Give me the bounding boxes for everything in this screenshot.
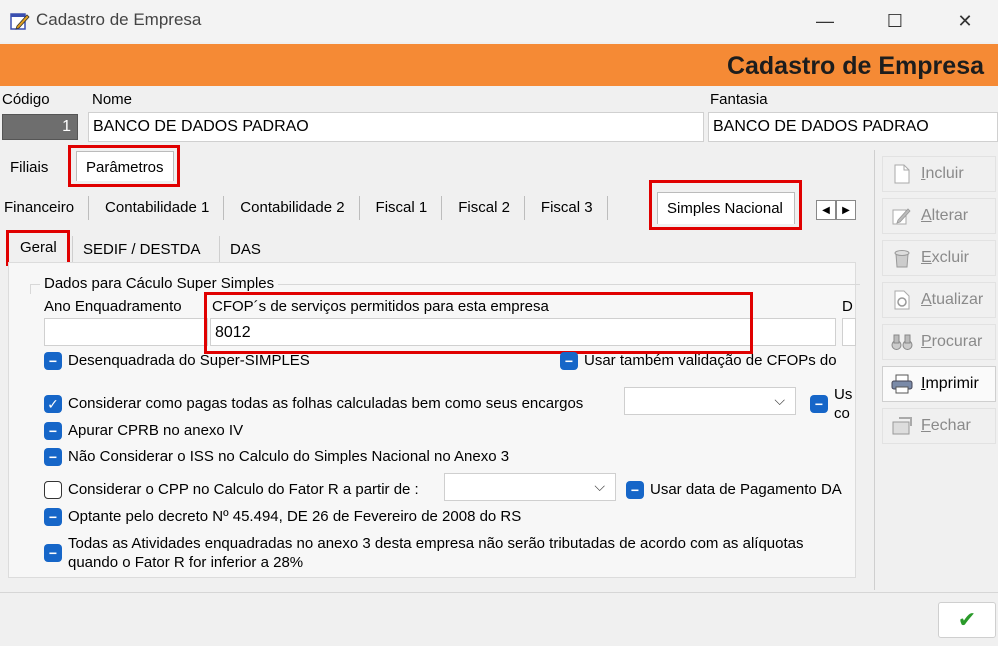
option-us-co[interactable]: − Us co: [810, 385, 852, 423]
codigo-label: Código: [2, 91, 50, 108]
nome-label: Nome: [92, 91, 133, 108]
check-icon: ✔: [957, 607, 977, 632]
option-label: Optante pelo decreto Nº 45.494, DE 26 de…: [68, 508, 522, 525]
option-cprb[interactable]: − Apurar CPRB no anexo IV: [44, 422, 243, 440]
option-anexo3-fator-r[interactable]: − Todas as Atividades enquadradas no ane…: [44, 534, 803, 572]
cut-label: D: [842, 298, 853, 315]
folhas-combo[interactable]: ⌵: [624, 387, 796, 415]
fantasia-label: Fantasia: [710, 91, 768, 108]
document-icon: [891, 163, 913, 185]
header-banner: Cadastro de Empresa: [0, 44, 998, 86]
cut-field[interactable]: [842, 318, 856, 346]
codigo-field[interactable]: 1: [2, 114, 78, 140]
button-label: Atualizar: [921, 291, 984, 308]
ano-field[interactable]: [44, 318, 208, 346]
tab-filiais[interactable]: Filiais: [0, 153, 58, 183]
button-label: Alterar: [921, 207, 969, 224]
option-label: Desenquadrada do Super-SIMPLES: [68, 352, 310, 369]
checkbox-indeterminate-icon[interactable]: −: [560, 352, 578, 370]
checkbox-indeterminate-icon[interactable]: −: [44, 422, 62, 440]
tab-scroll: ◀ ▶: [816, 200, 856, 220]
tab-das[interactable]: DAS: [220, 235, 271, 265]
confirm-button[interactable]: ✔: [938, 602, 996, 638]
checkbox-indeterminate-icon[interactable]: −: [44, 352, 62, 370]
tab-parametros[interactable]: Parâmetros: [76, 153, 174, 183]
procurar-button[interactable]: Procurar: [882, 324, 996, 360]
option-label: Apurar CPRB no anexo IV: [68, 422, 244, 439]
atualizar-button[interactable]: Atualizar: [882, 282, 996, 318]
tab-contabilidade-1[interactable]: Contabilidade 1: [89, 193, 223, 223]
option-label-line2: co: [834, 405, 850, 422]
tab-simples-nacional[interactable]: Simples Nacional: [657, 194, 793, 224]
checkbox-indeterminate-icon[interactable]: −: [44, 544, 62, 562]
divider: [874, 150, 875, 590]
cpp-date-combo[interactable]: ⌵: [444, 473, 616, 501]
tab-geral[interactable]: Geral: [10, 233, 67, 263]
button-label: Imprimir: [921, 375, 979, 392]
param-tabs-row: Financeiro Contabilidade 1 Contabilidade…: [0, 192, 608, 224]
edit-icon: [891, 205, 913, 227]
excluir-button[interactable]: Excluir: [882, 240, 996, 276]
chevron-down-icon: ⌵: [594, 478, 605, 494]
button-label: Procurar: [921, 333, 983, 350]
ano-label: Ano Enquadramento: [44, 298, 182, 315]
option-validacao-cfops[interactable]: − Usar também validação de CFOPs do: [560, 352, 837, 370]
incluir-button[interactable]: Incluir: [882, 156, 996, 192]
option-folhas-pagas[interactable]: ✓ Considerar como pagas todas as folhas …: [44, 395, 583, 413]
option-label: Todas as Atividades enquadradas no anexo…: [68, 535, 804, 552]
tab-separator: [606, 196, 608, 220]
tab-fiscal-1[interactable]: Fiscal 1: [360, 193, 442, 223]
chevron-down-icon: ⌵: [774, 392, 785, 408]
option-label: Us: [834, 386, 853, 403]
button-label: Incluir: [921, 165, 964, 182]
minimize-button[interactable]: —: [802, 0, 848, 42]
printer-icon: [891, 373, 913, 395]
option-label: Usar também validação de CFOPs do: [584, 352, 837, 369]
option-label: Considerar o CPP no Calculo do Fator R a…: [68, 481, 419, 498]
tab-sedif-destda[interactable]: SEDIF / DESTDA: [73, 235, 211, 265]
checkbox-checked-icon[interactable]: ✓: [44, 395, 62, 413]
app-edit-icon: [10, 13, 30, 30]
checkbox-unchecked-icon[interactable]: [44, 481, 62, 499]
option-label: Usar data de Pagamento DA: [650, 481, 842, 498]
option-data-pagamento[interactable]: − Usar data de Pagamento DA: [626, 481, 842, 499]
fantasia-field[interactable]: BANCO DE DADOS PADRAO: [708, 112, 998, 142]
option-iss-anexo3[interactable]: − Não Considerar o ISS no Calculo do Sim…: [44, 448, 509, 466]
checkbox-indeterminate-icon[interactable]: −: [44, 508, 62, 526]
close-door-icon: [891, 415, 913, 437]
divider: [0, 592, 998, 593]
tab-financeiro[interactable]: Financeiro: [0, 193, 88, 223]
option-cpp-fator-r[interactable]: Considerar o CPP no Calculo do Fator R a…: [44, 481, 419, 499]
nome-field[interactable]: BANCO DE DADOS PADRAO: [88, 112, 704, 142]
option-label: Considerar como pagas todas as folhas ca…: [68, 395, 584, 412]
close-window-button[interactable]: ✕: [942, 0, 988, 42]
option-desenquadrada[interactable]: − Desenquadrada do Super-SIMPLES: [44, 352, 310, 370]
imprimir-button[interactable]: Imprimir: [882, 366, 996, 402]
refresh-icon: [891, 289, 913, 311]
tab-contabilidade-2[interactable]: Contabilidade 2: [224, 193, 358, 223]
title-bar: Cadastro de Empresa — ☐ ✕: [0, 0, 998, 42]
tab-fiscal-2[interactable]: Fiscal 2: [442, 193, 524, 223]
button-label: Excluir: [921, 249, 970, 266]
window-title: Cadastro de Empresa: [36, 10, 202, 29]
group-title: Dados para Cáculo Super Simples: [40, 275, 279, 292]
checkbox-indeterminate-icon[interactable]: −: [626, 481, 644, 499]
trash-icon: [891, 247, 913, 269]
button-label: Fechar: [921, 417, 971, 434]
checkbox-indeterminate-icon[interactable]: −: [810, 395, 828, 413]
option-decreto-rs[interactable]: − Optante pelo decreto Nº 45.494, DE 26 …: [44, 508, 521, 526]
alterar-button[interactable]: Alterar: [882, 198, 996, 234]
scroll-left-icon[interactable]: ◀: [816, 200, 836, 220]
checkbox-indeterminate-icon[interactable]: −: [44, 448, 62, 466]
scroll-right-icon[interactable]: ▶: [836, 200, 856, 220]
option-label-line2: quando o Fator R for inferior a 28%: [68, 554, 304, 571]
highlight-box: [204, 292, 753, 354]
maximize-button[interactable]: ☐: [872, 0, 918, 42]
tab-fiscal-3[interactable]: Fiscal 3: [525, 193, 607, 223]
banner-title: Cadastro de Empresa: [726, 52, 984, 80]
binoculars-icon: [891, 331, 913, 353]
fechar-button[interactable]: Fechar: [882, 408, 996, 444]
option-label: Não Considerar o ISS no Calculo do Simpl…: [68, 448, 510, 465]
